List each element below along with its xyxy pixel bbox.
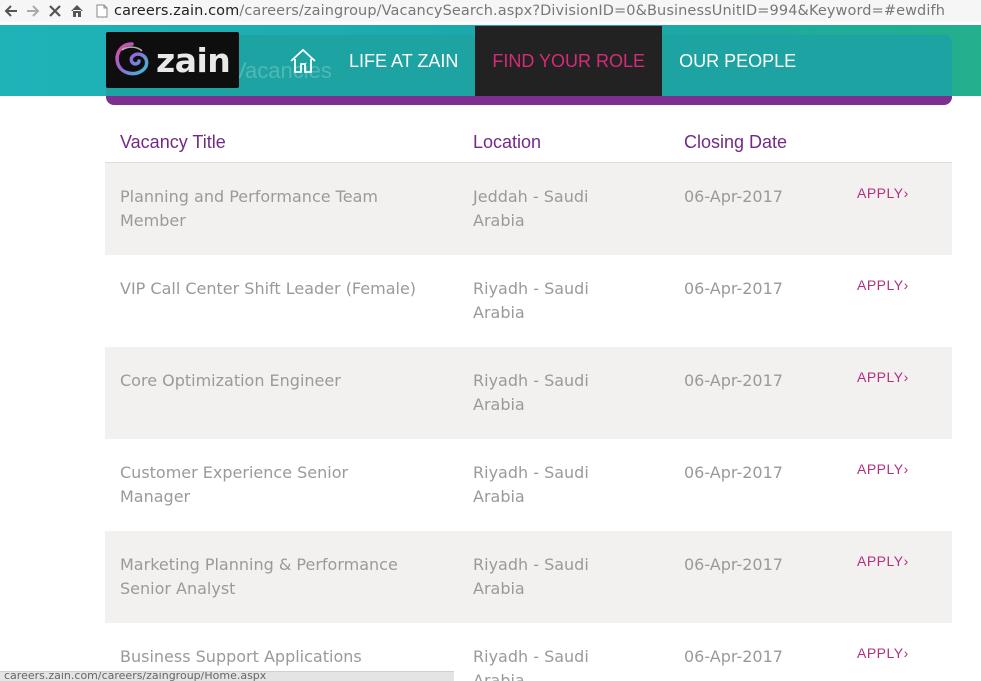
url-host: careers.zain.com <box>114 3 240 19</box>
vacancy-closing-date: 06-Apr-2017 <box>684 187 783 206</box>
vacancy-title[interactable]: VIP Call Center Shift Leader (Female) <box>120 277 420 301</box>
home-outline-icon <box>290 48 316 73</box>
apply-link[interactable]: APPLY› <box>857 645 909 661</box>
vacancy-table-body: Planning and Performance Team Member Jed… <box>105 163 952 681</box>
apply-link[interactable]: APPLY› <box>857 369 909 385</box>
apply-link[interactable]: APPLY› <box>857 277 909 293</box>
zain-logo[interactable]: zain <box>106 32 239 88</box>
nav-home[interactable] <box>272 26 332 96</box>
vacancy-location: Riyadh - Saudi Arabia <box>473 463 589 506</box>
home-icon[interactable] <box>66 0 88 22</box>
vacancy-location: Riyadh - Saudi Arabia <box>473 555 589 598</box>
browser-toolbar: careers.zain.com/careers/zaingroup/Vacan… <box>0 0 981 22</box>
table-row: Planning and Performance Team Member Jed… <box>105 163 952 255</box>
nav-find-your-role[interactable]: FIND YOUR ROLE <box>475 26 663 96</box>
vacancy-location: Riyadh - Saudi Arabia <box>473 279 589 322</box>
zain-swirl-icon <box>115 42 149 76</box>
stop-icon[interactable] <box>44 0 66 22</box>
browser-status-bar: careers.zain.com/careers/zaingroup/Home.… <box>0 671 454 681</box>
vacancy-location: Riyadh - Saudi Arabia <box>473 371 589 414</box>
table-row: VIP Call Center Shift Leader (Female) Ri… <box>105 255 952 347</box>
page-icon <box>96 4 108 18</box>
vacancy-closing-date: 06-Apr-2017 <box>684 555 783 574</box>
vacancy-table-header: Vacancy Title Location Closing Date <box>105 121 952 163</box>
vacancy-location: Jeddah - Saudi Arabia <box>473 187 589 230</box>
vacancy-location: Riyadh - Saudi Arabia <box>473 647 589 681</box>
vacancy-title[interactable]: Marketing Planning & Performance Senior … <box>120 553 420 601</box>
vacancy-closing-date: 06-Apr-2017 <box>684 647 783 666</box>
header-location: Location <box>473 132 542 152</box>
vacancy-title[interactable]: Customer Experience Senior Manager <box>120 461 420 509</box>
table-row: Marketing Planning & Performance Senior … <box>105 531 952 623</box>
table-row: Customer Experience Senior Manager Riyad… <box>105 439 952 531</box>
nav-our-people[interactable]: OUR PEOPLE <box>662 26 813 96</box>
vacancy-title[interactable]: Planning and Performance Team Member <box>120 185 420 233</box>
vacancy-title[interactable]: Core Optimization Engineer <box>120 369 420 393</box>
vacancy-title[interactable]: Business Support Applications <box>120 645 420 669</box>
address-bar[interactable]: careers.zain.com/careers/zaingroup/Vacan… <box>96 0 945 22</box>
nav-life-at-zain[interactable]: LIFE AT ZAIN <box>332 26 475 96</box>
apply-link[interactable]: APPLY› <box>857 461 909 477</box>
main-nav: LIFE AT ZAIN FIND YOUR ROLE OUR PEOPLE <box>272 26 813 96</box>
url-path: /careers/zaingroup/VacancySearch.aspx?Di… <box>239 3 945 19</box>
back-arrow-icon[interactable] <box>0 0 22 22</box>
apply-link[interactable]: APPLY› <box>857 185 909 201</box>
status-url: careers.zain.com/careers/zaingroup/Home.… <box>4 671 267 681</box>
logo-text: zain <box>156 40 231 80</box>
vacancy-closing-date: 06-Apr-2017 <box>684 463 783 482</box>
table-row: Core Optimization Engineer Riyadh - Saud… <box>105 347 952 439</box>
apply-link[interactable]: APPLY› <box>857 553 909 569</box>
vacancy-closing-date: 06-Apr-2017 <box>684 371 783 390</box>
header-vacancy-title: Vacancy Title <box>120 132 226 152</box>
header-closing-date: Closing Date <box>684 132 788 152</box>
forward-arrow-icon[interactable] <box>22 0 44 22</box>
vacancy-closing-date: 06-Apr-2017 <box>684 279 783 298</box>
